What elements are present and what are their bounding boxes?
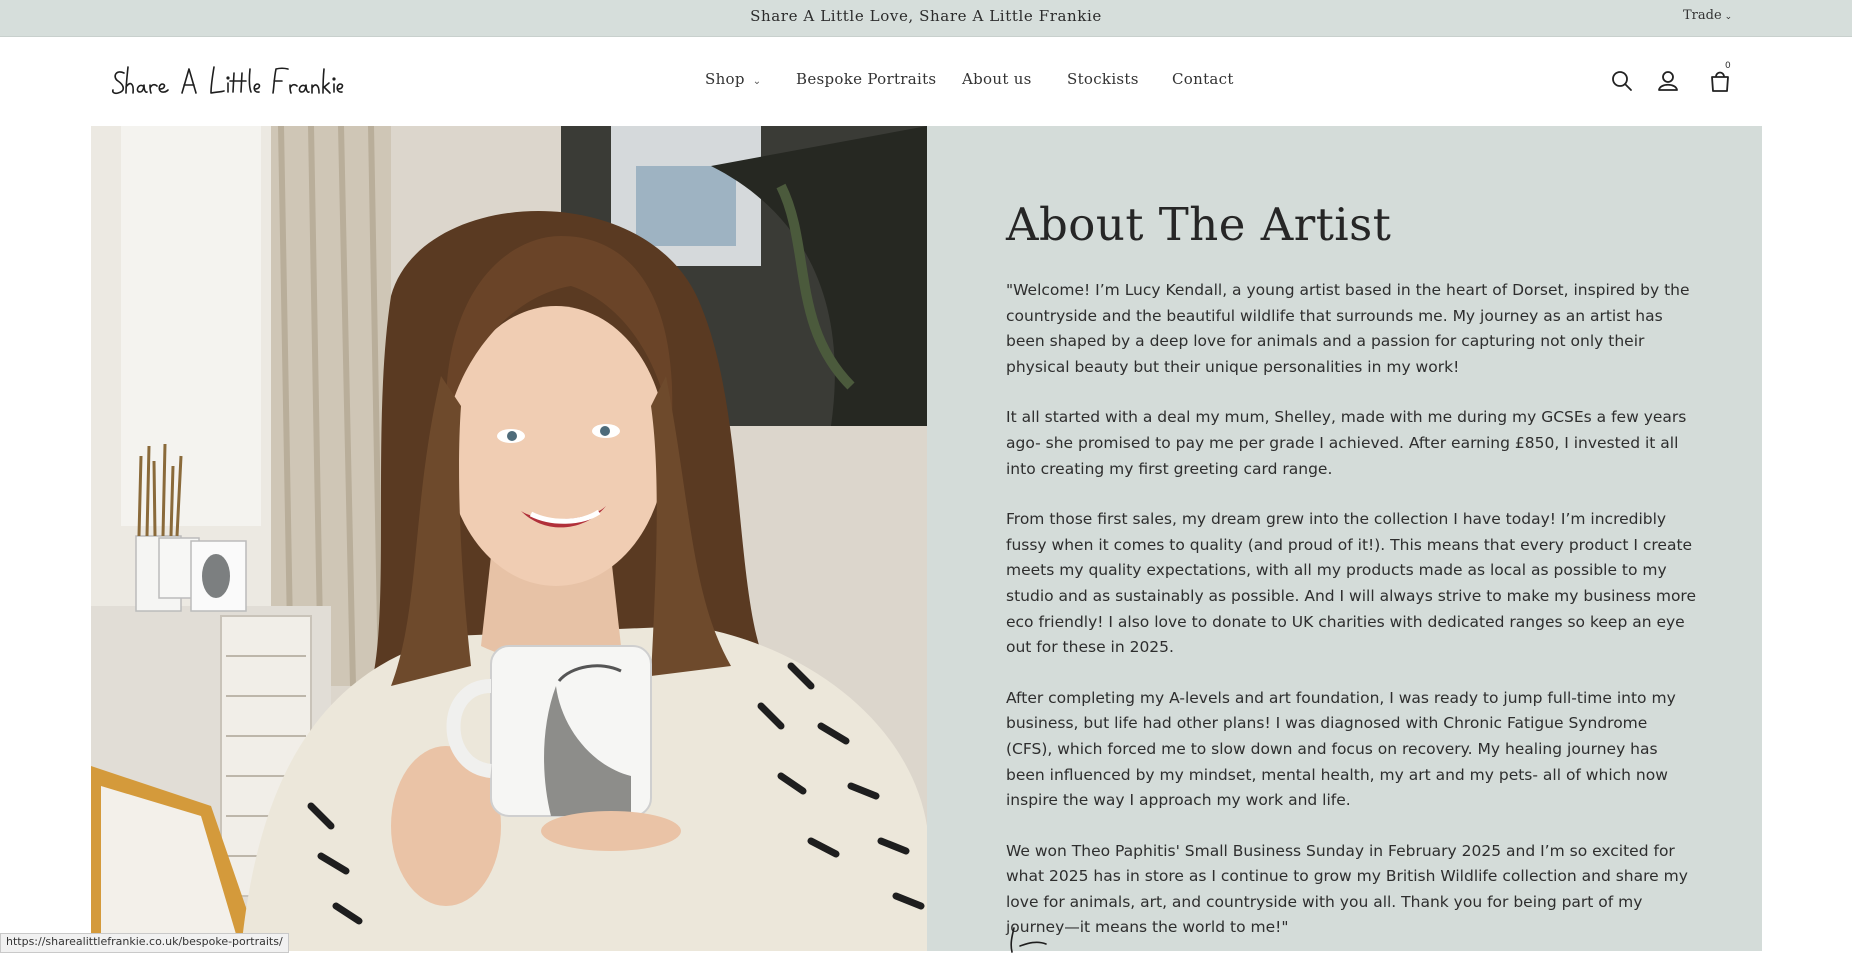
status-bar-url: https://sharealittlefrankie.co.uk/bespok… xyxy=(0,933,289,953)
search-button[interactable] xyxy=(1608,67,1636,95)
chevron-down-icon: ⌄ xyxy=(1724,12,1733,22)
cart-icon xyxy=(1711,71,1729,92)
nav-about-us[interactable]: About us xyxy=(962,70,1032,88)
account-icon xyxy=(1658,71,1678,91)
site-header: Shop ⌄ Bespoke Portraits About us Stockis… xyxy=(0,37,1852,127)
chevron-down-icon: ⌄ xyxy=(752,76,762,87)
main-navigation: Shop ⌄ Bespoke Portraits About us Stockis… xyxy=(0,70,1852,96)
nav-contact[interactable]: Contact xyxy=(1172,70,1234,88)
signature-icon xyxy=(1006,926,1126,956)
nav-bespoke-portraits[interactable]: Bespoke Portraits xyxy=(796,70,936,88)
account-button[interactable] xyxy=(1654,67,1682,95)
nav-stockists[interactable]: Stockists xyxy=(1067,70,1139,88)
about-paragraph: From those first sales, my dream grew in… xyxy=(1006,510,1696,657)
cart-count-badge: 0 xyxy=(1725,61,1731,71)
nav-shop[interactable]: Shop ⌄ xyxy=(705,70,761,88)
trade-label: Trade xyxy=(1683,8,1722,23)
announcement-text: Share A Little Love, Share A Little Fran… xyxy=(750,7,1102,25)
nav-shop-label: Shop xyxy=(705,70,745,88)
about-panel: About The Artist "Welcome! I’m Lucy Kend… xyxy=(927,126,1762,953)
about-title: About The Artist xyxy=(1006,198,1392,251)
about-body: "Welcome! I’m Lucy Kendall, a young arti… xyxy=(1006,278,1696,966)
trade-dropdown[interactable]: Trade ⌄ xyxy=(1683,8,1732,23)
artist-photo xyxy=(91,126,927,951)
artist-photo-image xyxy=(91,126,927,951)
cart-button[interactable] xyxy=(1706,67,1734,95)
search-icon xyxy=(1612,71,1632,91)
about-paragraph: After completing my A-levels and art fou… xyxy=(1006,688,1676,810)
about-paragraph: It all started with a deal my mum, Shell… xyxy=(1006,408,1687,478)
about-paragraph: "Welcome! I’m Lucy Kendall, a young arti… xyxy=(1006,281,1690,376)
announcement-bar: Share A Little Love, Share A Little Fran… xyxy=(0,0,1852,37)
